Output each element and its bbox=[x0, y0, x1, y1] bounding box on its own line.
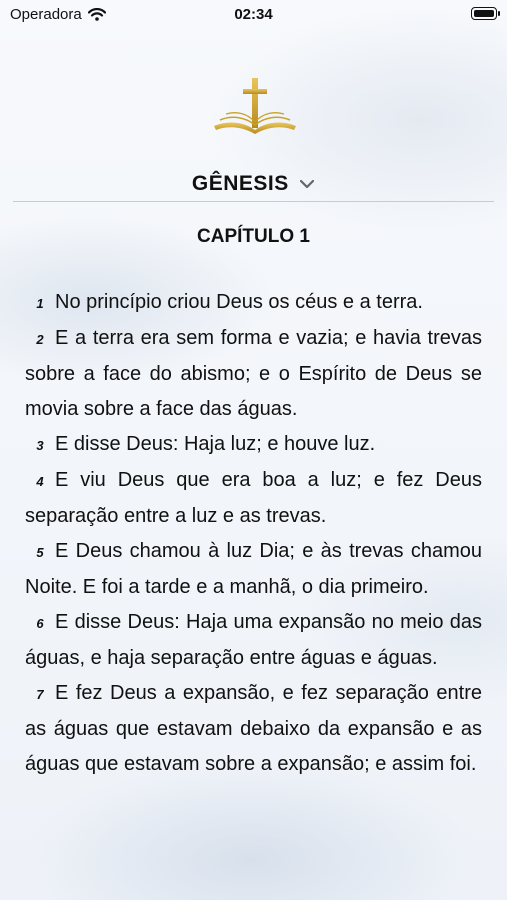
verse-number: 1 bbox=[36, 296, 44, 311]
divider bbox=[13, 201, 494, 202]
verse: 7E fez Deus a expansão, e fez separação … bbox=[25, 676, 482, 782]
verse-text: E disse Deus: Haja luz; e houve luz. bbox=[55, 433, 376, 455]
verse-number: 7 bbox=[36, 687, 44, 702]
verse-number: 6 bbox=[36, 616, 44, 631]
verse-list: 1 No princípio criou Deus os céus e a ter… bbox=[25, 285, 482, 782]
verse-text: E disse Deus: Haja uma expansão no meio … bbox=[25, 611, 482, 669]
book-title: GÊNESIS bbox=[191, 172, 289, 195]
bible-cross-logo-icon bbox=[214, 78, 296, 134]
chapter-title: CAPÍTULO 1 bbox=[197, 226, 310, 247]
verse-text: E viu Deus que era boa a luz; e fez Deus… bbox=[25, 469, 482, 527]
verse-text: E a terra era sem forma e vazia; e havia… bbox=[25, 327, 482, 420]
verse-number: 3 bbox=[36, 438, 44, 453]
status-bar: Operadora 02:34 bbox=[0, 0, 507, 30]
verse-text: No princípio criou Deus os céus e a terr… bbox=[55, 291, 423, 313]
verse-number: 4 bbox=[36, 474, 44, 489]
verse: 1 No princípio criou Deus os céus e a ter… bbox=[25, 285, 482, 321]
verse: 5E Deus chamou à luz Dia; e às trevas ch… bbox=[25, 534, 482, 605]
verse: 3 E disse Deus: Haja luz; e houve luz. bbox=[25, 427, 482, 463]
chevron-down-icon bbox=[300, 180, 315, 189]
verse: 6E disse Deus: Haja uma expansão no meio… bbox=[25, 605, 482, 676]
book-selector-button[interactable]: GÊNESIS bbox=[0, 172, 507, 196]
verse-text: E fez Deus a expansão, e fez separação e… bbox=[25, 682, 482, 775]
clock: 02:34 bbox=[234, 6, 273, 23]
verse-number: 5 bbox=[36, 545, 44, 560]
battery-icon bbox=[471, 7, 500, 20]
verse: 4E viu Deus que era boa a luz; e fez Deu… bbox=[25, 463, 482, 534]
verse-text: E Deus chamou à luz Dia; e às trevas cha… bbox=[25, 540, 482, 598]
verse: 2E a terra era sem forma e vazia; e havi… bbox=[25, 321, 482, 427]
verse-number: 2 bbox=[36, 332, 44, 347]
